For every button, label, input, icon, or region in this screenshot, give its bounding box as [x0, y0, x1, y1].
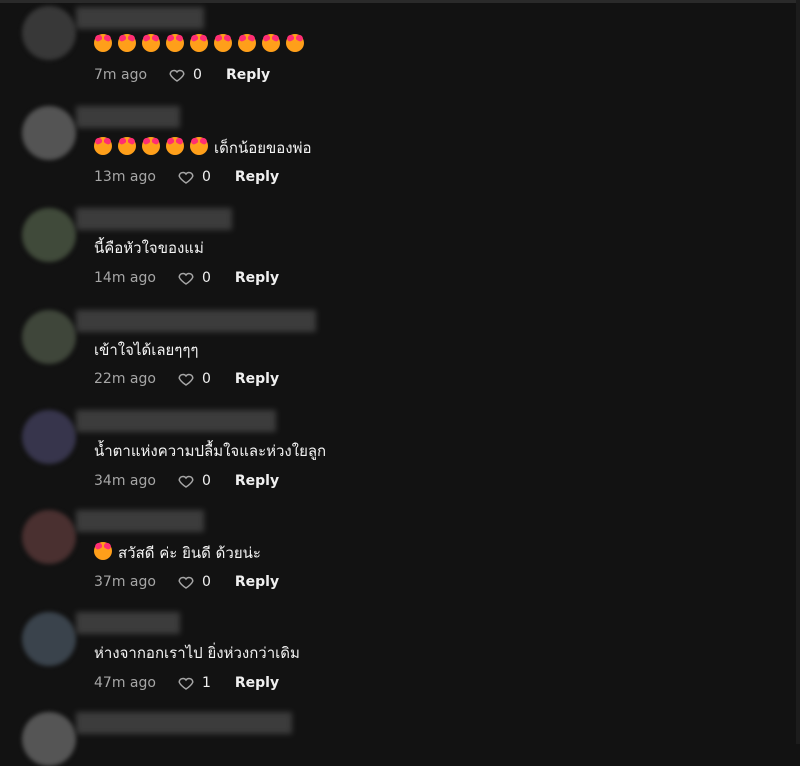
username-blurred[interactable]: [76, 612, 180, 634]
comment-meta: 7m ago 0 Reply: [94, 66, 270, 84]
like-button[interactable]: 1: [176, 674, 211, 692]
emoji-icon: [166, 34, 184, 52]
emoji-icon: [94, 542, 112, 560]
like-count: 0: [201, 473, 211, 489]
avatar[interactable]: [22, 712, 76, 766]
like-count: 0: [201, 270, 211, 286]
username-blurred[interactable]: [76, 310, 316, 332]
emoji-icon: [190, 137, 208, 155]
timestamp: 14m ago: [94, 270, 156, 286]
avatar[interactable]: [22, 310, 76, 364]
emoji-icon: [166, 137, 184, 155]
scrollbar-track[interactable]: [796, 0, 800, 744]
heart-icon: [178, 677, 194, 690]
reply-button[interactable]: Reply: [235, 573, 279, 591]
heart-icon: [169, 69, 185, 82]
heart-icon: [178, 576, 194, 589]
like-button[interactable]: 0: [176, 269, 211, 287]
avatar[interactable]: [22, 612, 76, 666]
like-button[interactable]: 0: [176, 472, 211, 490]
comment-meta: 37m ago 0 Reply: [94, 573, 279, 591]
avatar[interactable]: [22, 410, 76, 464]
heart-icon: [178, 373, 194, 386]
username-blurred[interactable]: [76, 410, 276, 432]
like-button[interactable]: 0: [167, 66, 202, 84]
username-blurred[interactable]: [76, 712, 292, 734]
like-count: 0: [201, 169, 211, 185]
comment-meta: 22m ago 0 Reply: [94, 370, 279, 388]
timestamp: 47m ago: [94, 675, 156, 691]
avatar[interactable]: [22, 6, 76, 60]
emoji-icon: [94, 34, 112, 52]
avatar[interactable]: [22, 106, 76, 160]
top-border: [0, 0, 800, 3]
reply-button[interactable]: Reply: [235, 370, 279, 388]
username-blurred[interactable]: [76, 7, 204, 29]
heart-icon: [178, 171, 194, 184]
like-button[interactable]: 0: [176, 573, 211, 591]
emoji-icon: [118, 34, 136, 52]
comment-text: เด็กน้อยของพ่อ: [94, 137, 312, 158]
username-blurred[interactable]: [76, 510, 204, 532]
emoji-icon: [286, 34, 304, 52]
username-blurred[interactable]: [76, 208, 232, 230]
comment-meta: 34m ago 0 Reply: [94, 472, 279, 490]
emoji-icon: [142, 137, 160, 155]
comment-text: ห่างจากอกเราไป ยิ่งห่วงกว่าเดิม: [94, 644, 300, 662]
like-count: 0: [201, 574, 211, 590]
emoji-icon: [262, 34, 280, 52]
comment-meta: 13m ago 0 Reply: [94, 168, 279, 186]
timestamp: 37m ago: [94, 574, 156, 590]
comment-text: น้ำตาแห่งความปลื้มใจและห่วงใยลูก: [94, 442, 327, 460]
reply-button[interactable]: Reply: [235, 168, 279, 186]
heart-icon: [178, 272, 194, 285]
avatar[interactable]: [22, 510, 76, 564]
like-button[interactable]: 0: [176, 370, 211, 388]
emoji-icon: [118, 137, 136, 155]
like-button[interactable]: 0: [176, 168, 211, 186]
timestamp: 22m ago: [94, 371, 156, 387]
reply-button[interactable]: Reply: [226, 66, 270, 84]
comment-text: เข้าใจได้เลยๆๆๆ: [94, 341, 199, 359]
like-count: 0: [193, 67, 202, 83]
timestamp: 34m ago: [94, 473, 156, 489]
comment-meta: 14m ago 0 Reply: [94, 269, 279, 287]
emoji-icon: [94, 137, 112, 155]
comment-text: [94, 34, 310, 55]
reply-button[interactable]: Reply: [235, 269, 279, 287]
comment-text: นี้คือหัวใจของแม่: [94, 239, 204, 257]
reply-button[interactable]: Reply: [235, 674, 279, 692]
emoji-icon: [214, 34, 232, 52]
like-count: 1: [201, 675, 211, 691]
emoji-icon: [142, 34, 160, 52]
heart-icon: [178, 475, 194, 488]
reply-button[interactable]: Reply: [235, 472, 279, 490]
username-blurred[interactable]: [76, 106, 180, 128]
like-count: 0: [201, 371, 211, 387]
comment-text: สวัสดี ค่ะ ยินดี ด้วยน่ะ: [94, 542, 261, 563]
emoji-icon: [238, 34, 256, 52]
comment-meta: 47m ago 1 Reply: [94, 674, 279, 692]
emoji-icon: [190, 34, 208, 52]
avatar[interactable]: [22, 208, 76, 262]
timestamp: 7m ago: [94, 67, 148, 83]
timestamp: 13m ago: [94, 169, 156, 185]
